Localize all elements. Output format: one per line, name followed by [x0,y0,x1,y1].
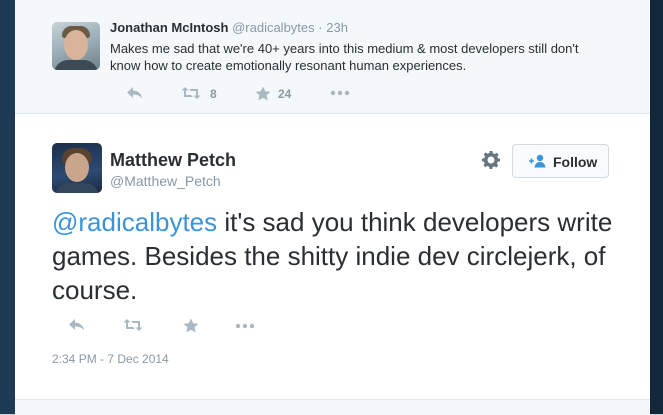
tweet-actions [52,318,282,336]
tweet-card: Jonathan McIntosh @radicalbytes · 23h Ma… [15,0,650,415]
parent-tweet-actions: 8 24 [110,86,410,102]
more-icon[interactable] [235,323,255,329]
reply-icon[interactable] [68,318,86,332]
author-handle[interactable]: @Matthew_Petch [110,173,221,189]
retweet-count: 8 [210,87,217,101]
parent-tweet-header: Jonathan McIntosh @radicalbytes · 23h [110,20,348,35]
retweet-icon[interactable] [181,86,201,100]
reply-icon[interactable] [126,86,144,100]
favorite-count: 24 [278,87,292,101]
retweet-icon[interactable] [123,318,143,332]
follow-icon [527,154,547,168]
favorite-icon[interactable] [255,86,271,101]
author-name[interactable]: Matthew Petch [110,150,236,171]
parent-author-handle[interactable]: @radicalbytes [232,20,315,35]
tweet-text: @radicalbytes it's sad you think develop… [52,205,632,307]
more-icon[interactable] [330,90,350,96]
parent-author-name[interactable]: Jonathan McIntosh [110,20,228,35]
page-background-left [0,0,15,414]
follow-button[interactable]: Follow [512,144,609,178]
parent-tweet-text: Makes me sad that we're 40+ years into t… [110,41,579,73]
favorite-icon[interactable] [183,318,199,333]
page-background-right [650,0,663,414]
gear-icon[interactable] [481,150,501,170]
parent-avatar[interactable] [52,22,100,70]
parent-tweet[interactable]: Jonathan McIntosh @radicalbytes · 23h Ma… [15,0,650,114]
mention-link[interactable]: @radicalbytes [52,207,217,237]
header-separator: · [318,20,323,35]
reply-area [15,399,650,415]
follow-label: Follow [553,154,598,170]
parent-tweet-time[interactable]: 23h [326,20,348,35]
author-avatar[interactable] [52,143,102,193]
tweet-timestamp[interactable]: 2:34 PM - 7 Dec 2014 [52,352,169,366]
